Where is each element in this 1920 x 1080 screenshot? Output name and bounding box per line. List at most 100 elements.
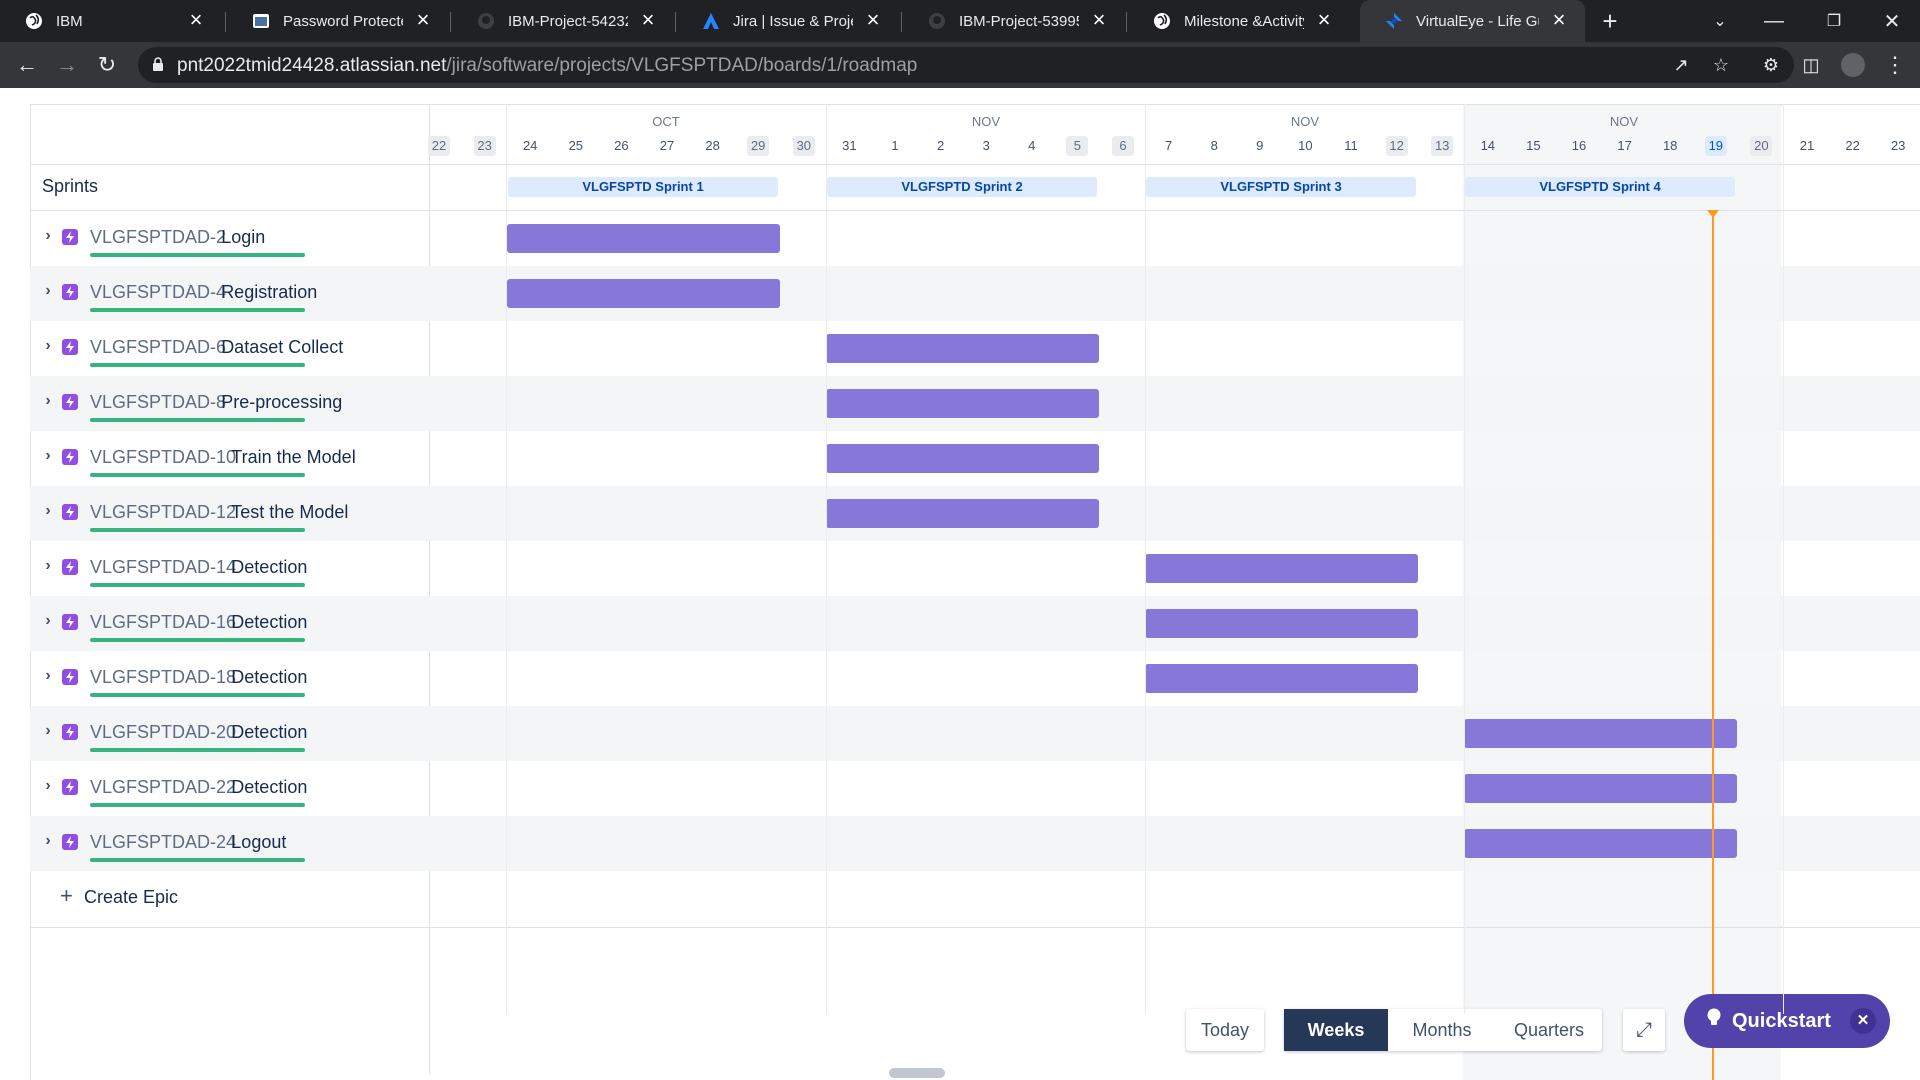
epic-timeline-bar[interactable] — [507, 279, 780, 308]
epic-timeline-bar[interactable] — [1464, 719, 1737, 748]
chrome-menu-icon[interactable]: ⋮ — [1878, 48, 1912, 82]
chevron-right-icon[interactable]: › — [40, 228, 56, 244]
months-view-button[interactable]: Months — [1388, 1009, 1496, 1051]
epic-title[interactable]: Logout — [231, 832, 286, 853]
epic-timeline-bar[interactable] — [507, 224, 780, 253]
quarters-view-button[interactable]: Quarters — [1496, 1009, 1602, 1051]
epic-row[interactable]: › VLGFSPTDAD-12 Test the Model — [30, 486, 429, 541]
minimize-icon[interactable]: — — [1752, 0, 1796, 42]
epic-title[interactable]: Detection — [231, 557, 307, 578]
side-panel-icon[interactable]: ◫ — [1794, 48, 1828, 82]
tab-close-icon[interactable]: × — [861, 9, 885, 33]
chevron-right-icon[interactable]: › — [40, 613, 56, 629]
browser-tab[interactable]: Milestone &Activity Li × — [1128, 0, 1350, 42]
tab-search-icon[interactable]: ⌄ — [1698, 0, 1742, 42]
chevron-right-icon[interactable]: › — [40, 393, 56, 409]
tab-close-icon[interactable]: × — [1547, 9, 1571, 33]
epic-row[interactable]: › VLGFSPTDAD-10 Train the Model — [30, 431, 429, 486]
epic-key[interactable]: VLGFSPTDAD-10 — [90, 447, 236, 468]
epic-timeline-bar[interactable] — [1464, 774, 1737, 803]
epic-title[interactable]: Dataset Collect — [221, 337, 343, 358]
extensions-icon[interactable]: ⚙ — [1754, 48, 1788, 82]
collapse-icon[interactable]: ⤢ — [1623, 1009, 1665, 1051]
chevron-right-icon[interactable]: › — [40, 448, 56, 464]
browser-tab[interactable]: Password Protected - × — [227, 0, 449, 42]
epic-key[interactable]: VLGFSPTDAD-18 — [90, 667, 236, 688]
quickstart-button[interactable]: Quickstart ✕ — [1684, 994, 1890, 1048]
epic-title[interactable]: Login — [221, 227, 265, 248]
browser-tab[interactable]: IBM-Project-53995-1(× — [903, 0, 1125, 42]
epic-timeline-bar[interactable] — [826, 444, 1099, 473]
epic-row[interactable]: › VLGFSPTDAD-4 Registration — [30, 266, 429, 321]
tab-close-icon[interactable]: × — [636, 9, 660, 33]
sprint-pill[interactable]: VLGFSPTD Sprint 1 — [508, 177, 778, 197]
epic-key[interactable]: VLGFSPTDAD-6 — [90, 337, 226, 358]
epic-title[interactable]: Pre-processing — [221, 392, 342, 413]
profile-avatar[interactable] — [1836, 48, 1870, 82]
share-icon[interactable]: ↗ — [1669, 53, 1693, 77]
epic-timeline-bar[interactable] — [826, 334, 1099, 363]
epic-row[interactable]: › VLGFSPTDAD-24 Logout — [30, 816, 429, 871]
back-icon[interactable]: ← — [10, 48, 44, 82]
close-window-icon[interactable]: ✕ — [1870, 0, 1914, 42]
browser-tab[interactable]: IBM-Project-54232-1(× — [452, 0, 674, 42]
sprint-pill[interactable]: VLGFSPTD Sprint 2 — [827, 177, 1097, 197]
epic-row[interactable]: › VLGFSPTDAD-18 Detection — [30, 651, 429, 706]
reload-icon[interactable]: ↻ — [90, 48, 124, 82]
epic-title[interactable]: Detection — [231, 722, 307, 743]
epic-key[interactable]: VLGFSPTDAD-8 — [90, 392, 226, 413]
epic-title[interactable]: Train the Model — [231, 447, 355, 468]
bookmark-star-icon[interactable]: ☆ — [1709, 53, 1733, 77]
epic-title[interactable]: Registration — [221, 282, 317, 303]
epic-title[interactable]: Detection — [231, 777, 307, 798]
epic-timeline-bar[interactable] — [826, 389, 1099, 418]
chevron-right-icon[interactable]: › — [40, 503, 56, 519]
chevron-right-icon[interactable]: › — [40, 558, 56, 574]
epic-row[interactable]: › VLGFSPTDAD-2 Login — [30, 211, 429, 266]
chevron-right-icon[interactable]: › — [40, 338, 56, 354]
browser-tab[interactable]: VirtualEye - Life Guarc × — [1360, 0, 1585, 42]
epic-timeline-bar[interactable] — [826, 499, 1099, 528]
epic-row[interactable]: › VLGFSPTDAD-6 Dataset Collect — [30, 321, 429, 376]
epic-timeline-bar[interactable] — [1145, 664, 1418, 693]
epic-timeline-bar[interactable] — [1145, 554, 1418, 583]
sprint-pill[interactable]: VLGFSPTD Sprint 4 — [1465, 177, 1735, 197]
epic-row[interactable]: › VLGFSPTDAD-22 Detection — [30, 761, 429, 816]
tab-close-icon[interactable]: × — [411, 9, 435, 33]
epic-title[interactable]: Test the Model — [231, 502, 348, 523]
epic-timeline-bar[interactable] — [1464, 829, 1737, 858]
epic-row[interactable]: › VLGFSPTDAD-20 Detection — [30, 706, 429, 761]
weeks-view-button[interactable]: Weeks — [1284, 1009, 1388, 1051]
epic-key[interactable]: VLGFSPTDAD-2 — [90, 227, 226, 248]
epic-key[interactable]: VLGFSPTDAD-12 — [90, 502, 236, 523]
address-bar[interactable]: pnt2022tmid24428.atlassian.net/jira/soft… — [138, 47, 1794, 83]
forward-icon[interactable]: → — [50, 48, 84, 82]
create-epic-button[interactable]: Create Epic — [84, 887, 178, 908]
quickstart-close-icon[interactable]: ✕ — [1850, 1008, 1876, 1034]
sprint-pill[interactable]: VLGFSPTD Sprint 3 — [1146, 177, 1416, 197]
tab-close-icon[interactable]: × — [1087, 9, 1111, 33]
epic-key[interactable]: VLGFSPTDAD-22 — [90, 777, 236, 798]
chevron-right-icon[interactable]: › — [40, 723, 56, 739]
browser-tab[interactable]: Jira | Issue & Project T × — [677, 0, 899, 42]
epic-row[interactable]: › VLGFSPTDAD-14 Detection — [30, 541, 429, 596]
epic-row[interactable]: › VLGFSPTDAD-16 Detection — [30, 596, 429, 651]
epic-key[interactable]: VLGFSPTDAD-20 — [90, 722, 236, 743]
epic-key[interactable]: VLGFSPTDAD-16 — [90, 612, 236, 633]
epic-row[interactable]: › VLGFSPTDAD-8 Pre-processing — [30, 376, 429, 431]
epic-key[interactable]: VLGFSPTDAD-24 — [90, 832, 236, 853]
chevron-right-icon[interactable]: › — [40, 778, 56, 794]
chevron-right-icon[interactable]: › — [40, 833, 56, 849]
horizontal-scrollbar[interactable] — [889, 1068, 945, 1078]
tab-close-icon[interactable]: × — [1312, 9, 1336, 33]
today-button[interactable]: Today — [1186, 1009, 1264, 1051]
chevron-right-icon[interactable]: › — [40, 283, 56, 299]
epic-key[interactable]: VLGFSPTDAD-14 — [90, 557, 236, 578]
epic-title[interactable]: Detection — [231, 612, 307, 633]
plus-icon[interactable]: + — [60, 883, 73, 909]
browser-tab[interactable]: IBM × — [0, 0, 222, 42]
restore-icon[interactable]: ❐ — [1812, 0, 1856, 42]
epic-key[interactable]: VLGFSPTDAD-4 — [90, 282, 226, 303]
epic-timeline-bar[interactable] — [1145, 609, 1418, 638]
tab-close-icon[interactable]: × — [184, 9, 208, 33]
